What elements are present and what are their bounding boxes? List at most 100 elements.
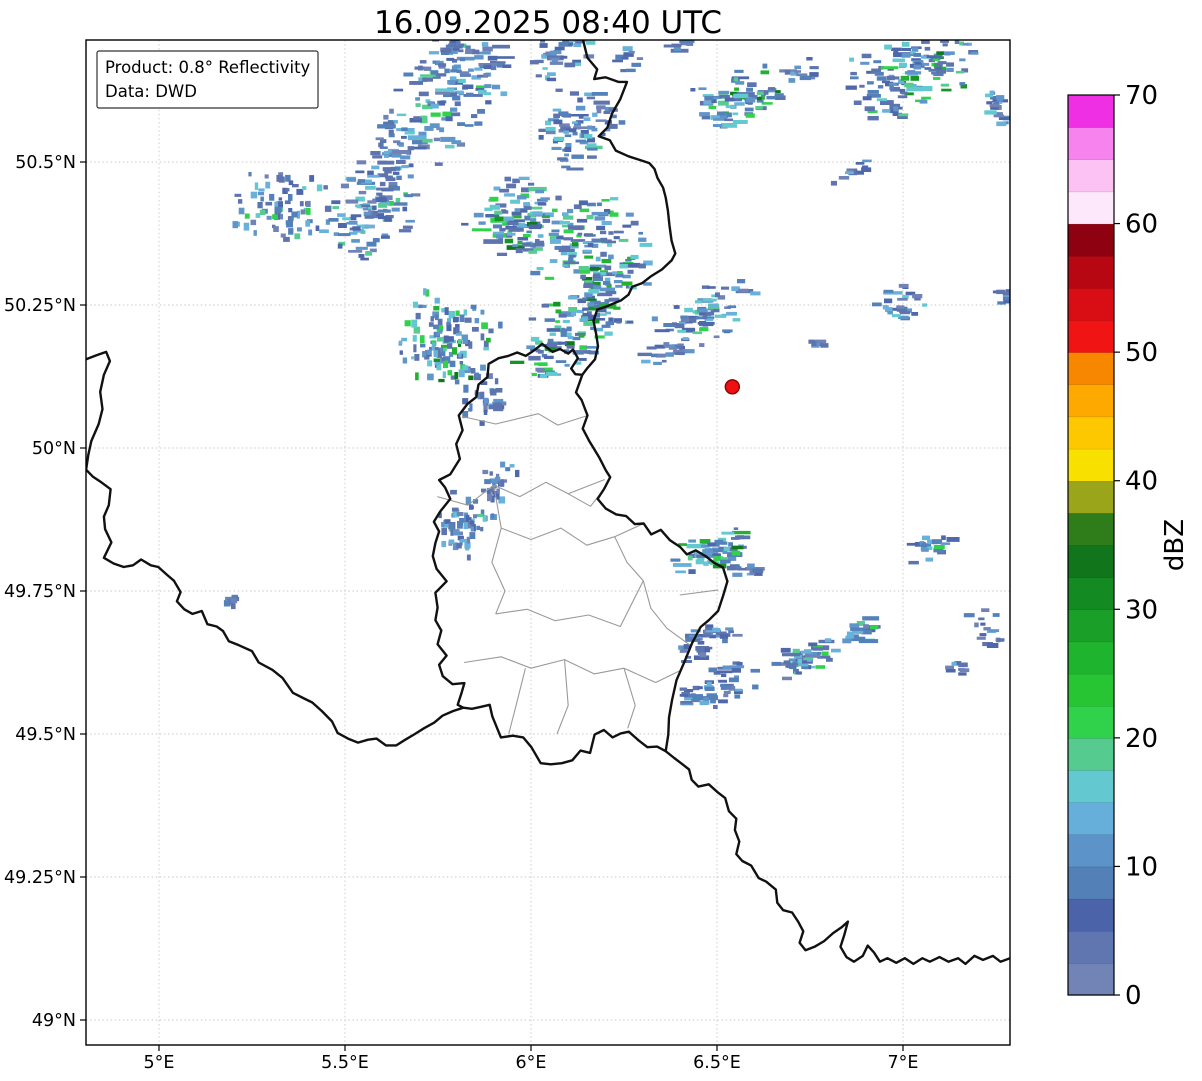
echo-cell — [458, 78, 466, 83]
echo-cell — [288, 180, 294, 186]
echo-cell — [509, 464, 515, 468]
echo-cell — [704, 96, 714, 101]
echo-cell — [315, 225, 320, 231]
echo-cell — [732, 112, 739, 116]
echo-cell — [564, 134, 572, 138]
echo-cell — [724, 97, 735, 102]
echo-cell — [728, 677, 739, 683]
echo-cell — [444, 68, 450, 74]
echo-cell — [393, 88, 404, 92]
colorbar-segment — [1067, 287, 1115, 321]
echo-cell — [591, 92, 608, 96]
echo-cell — [402, 225, 413, 229]
echo-cell — [259, 209, 266, 215]
echo-cell — [627, 269, 634, 274]
echo-cell — [600, 237, 608, 242]
echo-cell — [395, 197, 401, 203]
echo-cell — [305, 200, 311, 208]
echo-cell — [455, 310, 460, 316]
echo-cell — [586, 40, 596, 45]
echo-cell — [719, 634, 729, 639]
echo-cell — [613, 236, 620, 240]
echo-cell — [646, 346, 657, 350]
echo-cell — [257, 191, 265, 196]
echo-cell — [564, 147, 572, 152]
echo-cell — [815, 339, 827, 343]
echo-cell — [984, 110, 997, 115]
echo-cell — [401, 127, 408, 132]
colorbar-tick-label: 40 — [1125, 467, 1158, 497]
echo-cell — [910, 75, 919, 81]
echo-cell — [441, 357, 445, 361]
echo-cell — [463, 384, 469, 393]
echo-cell — [555, 195, 562, 201]
echo-cell — [560, 328, 568, 334]
echo-cell — [346, 177, 357, 182]
echo-cell — [941, 88, 952, 92]
echo-cell — [838, 176, 850, 180]
echo-cell — [451, 507, 459, 512]
echo-cell — [234, 193, 242, 197]
echo-cell — [896, 305, 905, 309]
echo-cell — [294, 233, 301, 240]
echo-cell — [579, 318, 588, 322]
echo-cell — [921, 548, 929, 552]
echo-cell — [338, 223, 347, 228]
lon-tick-label: 5.5°E — [321, 1053, 369, 1073]
echo-cell — [612, 271, 618, 275]
echo-cell — [449, 76, 457, 81]
echo-cell — [468, 375, 474, 381]
echo-cell — [867, 81, 874, 85]
echo-cell — [711, 115, 720, 119]
echo-cell — [612, 59, 623, 63]
echo-cell — [900, 75, 910, 81]
echo-cell — [481, 322, 488, 329]
echo-cell — [466, 536, 471, 544]
echo-cell — [921, 96, 931, 100]
echo-cell — [575, 105, 586, 111]
echo-cell — [591, 211, 609, 216]
echo-cell — [546, 77, 557, 82]
echo-cell — [423, 288, 427, 296]
echo-cell — [401, 165, 409, 169]
echo-cell — [456, 56, 475, 61]
colorbar-segment — [1067, 512, 1115, 546]
colorbar-segment — [1067, 416, 1115, 450]
echo-cell — [931, 539, 943, 545]
echo-cell — [288, 228, 294, 235]
echo-cell — [544, 276, 555, 280]
echo-cell — [480, 526, 484, 532]
echo-cell — [430, 112, 441, 117]
echo-cell — [731, 667, 741, 673]
echo-cell — [442, 371, 446, 378]
echo-cell — [604, 299, 610, 304]
echo-cell — [286, 220, 293, 228]
echo-cell — [715, 292, 720, 298]
echo-cell — [536, 267, 544, 271]
echo-cell — [567, 336, 574, 340]
echo-cell — [480, 333, 485, 341]
echo-cell — [483, 92, 492, 96]
radar-map-svg: 5°E 5.5°E 6°E 6.5°E 7°E 50.5°N 50.25°N 50°N 49.7… — [4, 5, 1190, 1073]
echo-cell — [675, 570, 686, 574]
echo-cell — [734, 102, 745, 106]
echo-cell — [494, 216, 504, 222]
echo-cell — [403, 72, 414, 77]
echo-cell — [542, 218, 551, 223]
echo-cell — [661, 359, 667, 363]
echo-cell — [911, 312, 919, 316]
echo-cell — [459, 314, 465, 322]
echo-cell — [542, 67, 548, 70]
echo-cell — [935, 63, 943, 67]
echo-cell — [342, 217, 351, 221]
echo-cell — [422, 77, 433, 82]
echo-cell — [382, 167, 396, 172]
echo-cell — [587, 202, 596, 207]
echo-cell — [411, 356, 415, 360]
echo-cell — [396, 113, 407, 117]
echo-cell — [867, 116, 879, 121]
radar-site-layer — [724, 379, 740, 395]
echo-cell — [723, 690, 731, 694]
echo-cell — [468, 408, 472, 412]
echo-cell — [435, 314, 439, 321]
